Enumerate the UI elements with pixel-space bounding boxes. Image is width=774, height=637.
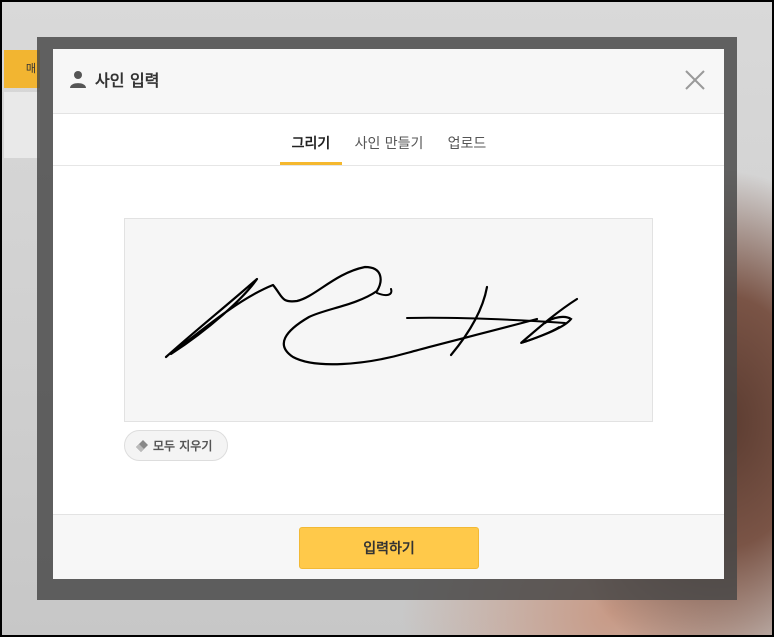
modal-footer: 입력하기 <box>53 514 724 579</box>
close-icon[interactable] <box>684 69 706 91</box>
eraser-icon <box>136 440 148 452</box>
clear-all-label: 모두 지우기 <box>153 439 213 453</box>
submit-button[interactable]: 입력하기 <box>299 527 479 569</box>
background-panel <box>4 92 40 158</box>
user-icon <box>70 71 86 88</box>
modal-header: 사인 입력 <box>53 49 724 114</box>
clear-all-button[interactable]: 모두 지우기 <box>124 430 228 461</box>
background-tag: 매 <box>4 50 40 88</box>
tab-draw[interactable]: 그리기 <box>280 114 342 165</box>
tab-upload[interactable]: 업로드 <box>443 114 491 165</box>
modal-title-text: 사인 입력 <box>95 71 160 90</box>
signature-drawing <box>164 265 579 366</box>
tab-bar: 그리기 사인 만들기 업로드 <box>53 114 724 166</box>
tab-make-signature[interactable]: 사인 만들기 <box>353 114 425 165</box>
signature-pad[interactable] <box>124 218 653 422</box>
modal-title: 사인 입력 <box>69 67 159 91</box>
signature-modal: 사인 입력 그리기 사인 만들기 업로드 모두 지우기 입력하기 <box>53 49 724 579</box>
